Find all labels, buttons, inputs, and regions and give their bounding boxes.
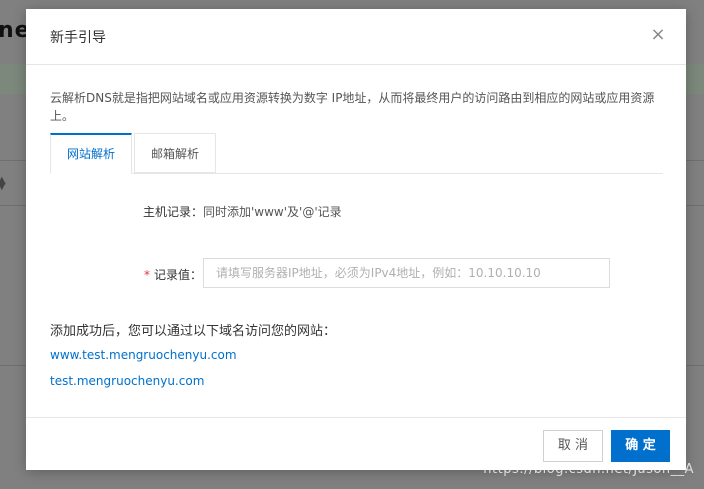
tab-bar: 网站解析 邮箱解析: [50, 133, 663, 174]
dialog-title: 新手引导: [50, 30, 106, 46]
record-value-label-text: 记录值：: [154, 268, 203, 282]
host-record-value: 同时添加'www'及'@'记录: [203, 205, 342, 219]
tab-mail-resolution[interactable]: 邮箱解析: [134, 133, 216, 173]
guide-dialog: 新手引导 × 云解析DNS就是指把网站域名或应用资源转换为数字 IP地址，从而将…: [26, 9, 686, 470]
domain-link-www[interactable]: www.test.mengruochenyu.com: [50, 348, 237, 362]
confirm-button[interactable]: 确 定: [611, 430, 670, 462]
record-value-input[interactable]: [203, 258, 610, 288]
dialog-header: 新手引导 ×: [26, 9, 686, 65]
domain-link-root[interactable]: test.mengruochenyu.com: [50, 374, 204, 388]
dialog-description: 云解析DNS就是指把网站域名或应用资源转换为数字 IP地址，从而将最终用户的访问…: [50, 91, 655, 123]
watermark: https://blog.csdn.net/Jason__A: [483, 462, 694, 477]
tab-website-resolution[interactable]: 网站解析: [50, 133, 132, 174]
success-hint: 添加成功后，您可以通过以下域名访问您的网站：: [50, 324, 337, 339]
close-icon[interactable]: ×: [648, 25, 668, 45]
sort-icon: ▲ ▼: [0, 175, 6, 192]
required-mark: *: [144, 268, 150, 282]
record-value-label: * 记录值：: [144, 266, 202, 283]
host-record-label: 主机记录：: [143, 205, 204, 219]
cancel-button[interactable]: 取 消: [543, 430, 603, 462]
